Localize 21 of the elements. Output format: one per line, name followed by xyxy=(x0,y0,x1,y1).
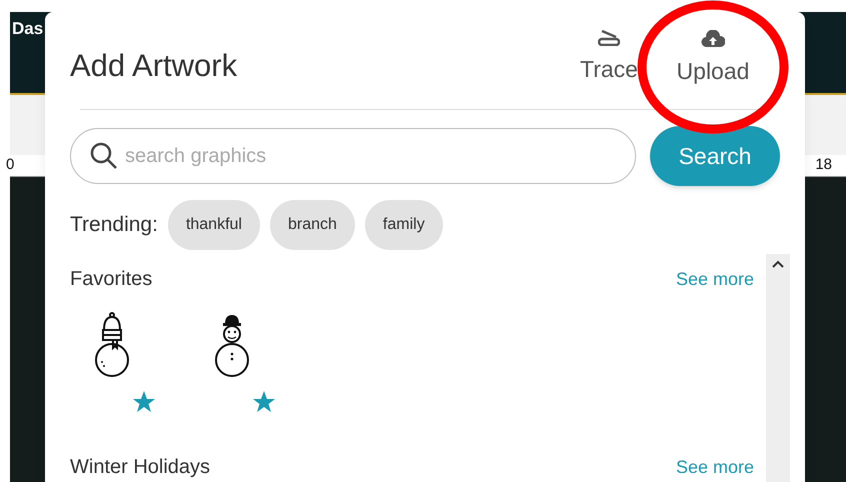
snowman-icon xyxy=(92,312,132,378)
cloud-upload-icon xyxy=(701,30,725,48)
dialog-title: Add Artwork xyxy=(70,47,238,85)
trace-button[interactable]: Trace xyxy=(564,30,654,86)
star-icon[interactable] xyxy=(252,390,276,414)
trending-tag[interactable]: branch xyxy=(270,200,355,250)
trending-tag[interactable]: family xyxy=(364,200,443,250)
star-icon[interactable] xyxy=(132,390,156,414)
trending-tag[interactable]: thankful xyxy=(168,200,260,250)
ruler-label: 18 xyxy=(815,155,832,176)
caret-up-icon[interactable] xyxy=(772,260,784,268)
trending-label: Trending: xyxy=(70,212,158,238)
scanner-icon xyxy=(598,30,620,46)
header-label: Das xyxy=(12,19,44,38)
section-title: Favorites xyxy=(70,267,152,292)
section-title: Winter Holidays xyxy=(70,455,210,480)
scrollbar[interactable] xyxy=(766,254,790,482)
snowman-icon xyxy=(212,312,252,378)
search-field[interactable]: search graphics xyxy=(70,128,636,184)
search-icon xyxy=(90,142,118,170)
ruler-label: 0 xyxy=(6,155,14,176)
